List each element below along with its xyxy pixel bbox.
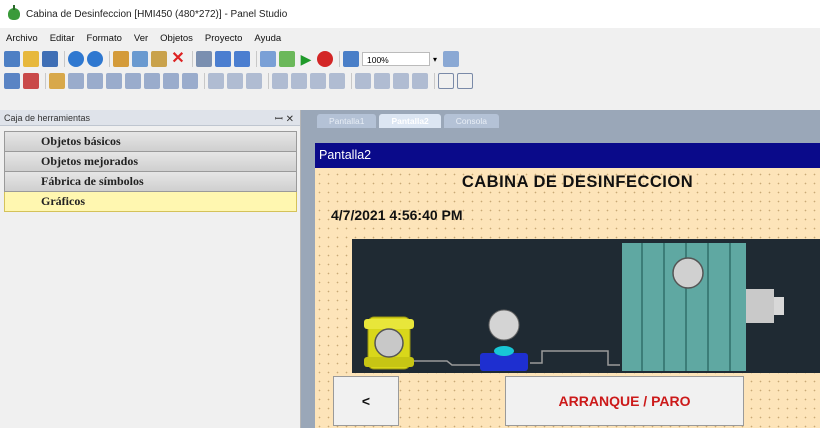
undo-icon[interactable] (68, 51, 84, 67)
align-center-icon[interactable] (87, 73, 103, 89)
open-folder-icon[interactable] (23, 51, 39, 67)
distribute-icon[interactable] (291, 73, 307, 89)
toolbar-align (4, 70, 476, 92)
toolbar-separator (256, 51, 257, 67)
copy-icon[interactable] (132, 51, 148, 67)
menu-ayuda[interactable]: Ayuda (254, 33, 281, 44)
menu-proyecto[interactable]: Proyecto (205, 33, 243, 44)
chevron-down-icon[interactable]: ▾ (433, 55, 437, 64)
editor-area: Pantalla1 Pantalla2 Consola Pantalla2 CA… (301, 110, 820, 428)
align-bottom-icon[interactable] (163, 73, 179, 89)
align-middle-icon[interactable] (144, 73, 160, 89)
ungroup-icon[interactable] (412, 73, 428, 89)
toolbar-separator (434, 73, 435, 89)
align-top-icon[interactable] (125, 73, 141, 89)
grid-icon[interactable] (215, 51, 231, 67)
cut-icon[interactable] (113, 51, 129, 67)
back-button[interactable]: < (333, 376, 399, 426)
zoom-icon[interactable] (443, 51, 460, 67)
toolbar-main: ✕ ▶ 100% ▾ (4, 48, 462, 70)
toolbox-category-basic-objects[interactable]: Objetos básicos (4, 131, 297, 152)
menu-bar: Archivo Editar Formato Ver Objetos Proye… (0, 30, 293, 46)
grid-layout-icon[interactable] (457, 73, 473, 89)
screen-title: CABINA DE DESINFECCION (461, 173, 694, 191)
find-icon[interactable] (196, 51, 212, 67)
snap-icon[interactable] (234, 51, 250, 67)
tab-consola[interactable]: Consola (443, 114, 499, 128)
yellow-tank-icon (364, 316, 414, 370)
pump-icon (480, 309, 528, 371)
flip-icon[interactable] (355, 73, 371, 89)
play-icon[interactable]: ▶ (298, 51, 314, 67)
toolbox-title: Caja de herramientas (4, 112, 91, 123)
menu-editar[interactable]: Editar (50, 33, 75, 44)
close-icon[interactable]: ꟷ ✕ (275, 111, 294, 125)
layers-icon[interactable] (23, 73, 39, 89)
process-diagram[interactable] (352, 239, 820, 373)
menu-archivo[interactable]: Archivo (6, 33, 38, 44)
window-titlebar: Cabina de Desinfeccion [HMI450 (480*272)… (0, 0, 820, 28)
toolbar-separator (192, 51, 193, 67)
menu-formato[interactable]: Formato (87, 33, 122, 44)
hmi-screen: Pantalla2 CABINA DE DESINFECCION 4/7/202… (315, 143, 820, 428)
table-icon[interactable] (438, 73, 454, 89)
toolbox-panel: Caja de herramientas ꟷ ✕ Objetos básicos… (0, 110, 301, 428)
menu-ver[interactable]: Ver (134, 33, 148, 44)
app-icon (8, 5, 20, 20)
save-icon[interactable] (42, 51, 58, 67)
toolbar-separator (339, 51, 340, 67)
tab-pantalla1[interactable]: Pantalla1 (317, 114, 377, 128)
toolbar-separator (109, 51, 110, 67)
toolbar-separator (268, 73, 269, 89)
zoom-select[interactable]: 100% (362, 52, 430, 66)
toolbar-separator (45, 73, 46, 89)
tab-pantalla2[interactable]: Pantalla2 (379, 114, 441, 128)
toolbar-separator (64, 51, 65, 67)
group-icon[interactable] (393, 73, 409, 89)
paste-icon[interactable] (151, 51, 167, 67)
space-horizontal-icon[interactable] (246, 73, 262, 89)
screen-tabs: Pantalla1 Pantalla2 Consola (301, 110, 502, 128)
center-horizontal-icon[interactable] (310, 73, 326, 89)
center-vertical-icon[interactable] (329, 73, 345, 89)
start-stop-button[interactable]: ARRANQUE / PARO (505, 376, 744, 426)
new-icon[interactable] (4, 51, 20, 67)
window-title: Cabina de Desinfeccion [HMI450 (480*272)… (26, 8, 288, 20)
stop-icon[interactable] (317, 51, 333, 67)
align-right-icon[interactable] (106, 73, 122, 89)
process-diagram-graphic (364, 243, 784, 371)
toolbox-header: Caja de herramientas ꟷ ✕ (0, 110, 300, 126)
delete-icon[interactable]: ✕ (170, 51, 186, 67)
align-left-icon[interactable] (68, 73, 84, 89)
rotate-icon[interactable] (374, 73, 390, 89)
arrange-icon[interactable] (4, 73, 20, 89)
space-vertical-icon[interactable] (272, 73, 288, 89)
screen-header: Pantalla2 (315, 143, 820, 168)
screen-datetime: 4/7/2021 4:56:40 PM (331, 207, 463, 223)
same-width-icon[interactable] (182, 73, 198, 89)
same-height-icon[interactable] (208, 73, 224, 89)
compile-icon[interactable] (260, 51, 276, 67)
disinfection-cabin-icon (622, 243, 784, 371)
lock-icon[interactable] (49, 73, 65, 89)
toolbar-separator (351, 73, 352, 89)
download-icon[interactable] (279, 51, 295, 67)
simulate-icon[interactable] (343, 51, 359, 67)
toolbar-separator (204, 73, 205, 89)
toolbox-category-enhanced-objects[interactable]: Objetos mejorados (4, 152, 297, 172)
toolbox-category-symbol-factory[interactable]: Fábrica de símbolos (4, 172, 297, 192)
same-size-icon[interactable] (227, 73, 243, 89)
redo-icon[interactable] (87, 51, 103, 67)
menu-objetos[interactable]: Objetos (160, 33, 193, 44)
toolbox-category-graphics[interactable]: Gráficos (4, 192, 297, 212)
